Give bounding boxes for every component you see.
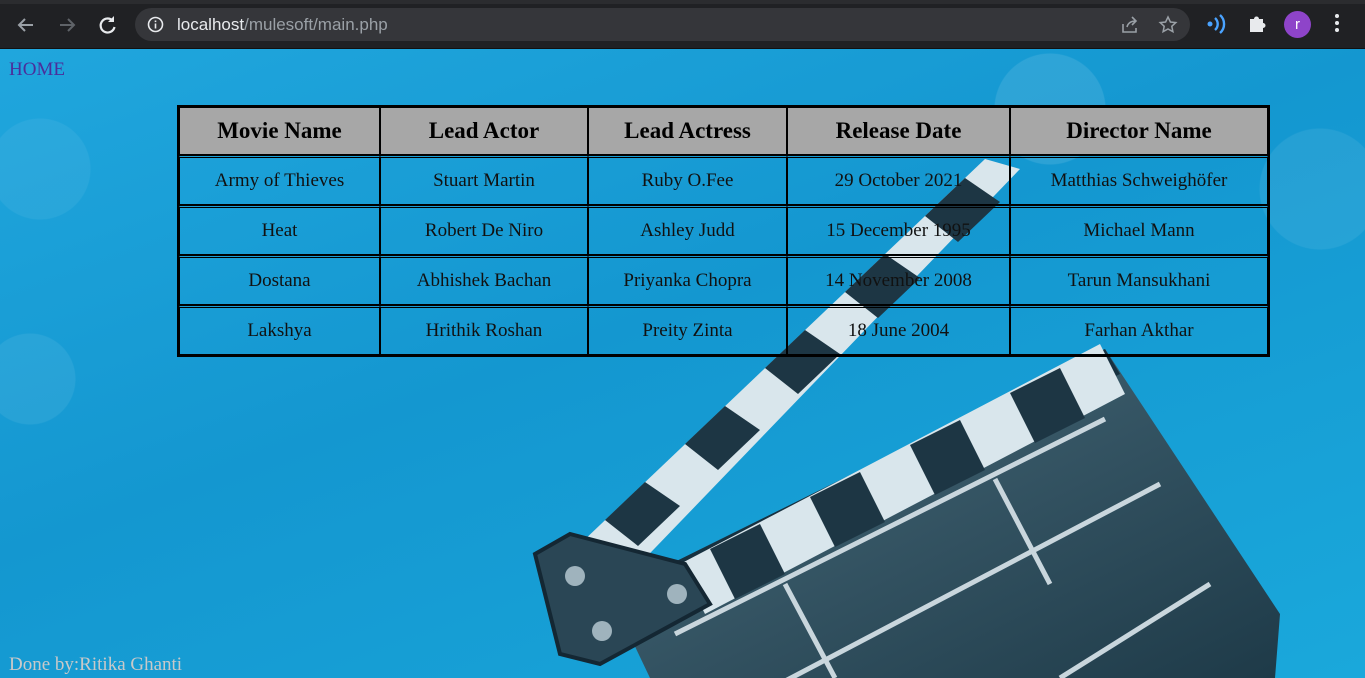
table-cell: Hrithik Roshan: [380, 305, 588, 355]
url-host: localhost: [177, 15, 245, 34]
table-cell: Army of Thieves: [179, 155, 380, 205]
column-header: Lead Actor: [380, 107, 588, 155]
table-cell: Ashley Judd: [588, 205, 787, 255]
table-cell: Stuart Martin: [380, 155, 588, 205]
table-cell: 29 October 2021: [787, 155, 1010, 205]
home-link[interactable]: HOME: [9, 59, 65, 81]
table-cell: Tarun Mansukhani: [1010, 255, 1268, 305]
table-cell: Priyanka Chopra: [588, 255, 787, 305]
table-cell: 14 November 2008: [787, 255, 1010, 305]
share-icon[interactable]: [1120, 15, 1140, 40]
column-header: Lead Actress: [588, 107, 787, 155]
url-text: localhost/mulesoft/main.php: [177, 15, 388, 35]
table-cell: Michael Mann: [1010, 205, 1268, 255]
star-icon[interactable]: [1158, 15, 1178, 40]
info-icon[interactable]: [147, 16, 164, 38]
menu-icon[interactable]: [1330, 12, 1344, 39]
table-row: Dostana Abhishek Bachan Priyanka Chopra …: [179, 255, 1268, 305]
extension-icon[interactable]: [1206, 12, 1228, 41]
table-cell: Matthias Schweighöfer: [1010, 155, 1268, 205]
table-cell: Heat: [179, 205, 380, 255]
column-header: Release Date: [787, 107, 1010, 155]
table-cell: Lakshya: [179, 305, 380, 355]
puzzle-icon[interactable]: [1247, 12, 1269, 39]
table-cell: Dostana: [179, 255, 380, 305]
page-body: HOME Movie Name Lead Actor Lead Actress …: [0, 49, 1365, 678]
table-row: Lakshya Hrithik Roshan Preity Zinta 18 J…: [179, 305, 1268, 355]
url-path: /mulesoft/main.php: [244, 15, 388, 34]
column-header: Director Name: [1010, 107, 1268, 155]
address-bar[interactable]: localhost/mulesoft/main.php: [135, 8, 1190, 41]
table-cell: Farhan Akthar: [1010, 305, 1268, 355]
table-row: Heat Robert De Niro Ashley Judd 15 Decem…: [179, 205, 1268, 255]
avatar[interactable]: r: [1284, 11, 1311, 38]
table-cell: Abhishek Bachan: [380, 255, 588, 305]
column-header: Movie Name: [179, 107, 380, 155]
movies-table: Movie Name Lead Actor Lead Actress Relea…: [177, 105, 1270, 357]
table-cell: 18 June 2004: [787, 305, 1010, 355]
table-header-row: Movie Name Lead Actor Lead Actress Relea…: [179, 107, 1268, 155]
back-icon[interactable]: [13, 12, 39, 38]
browser-chrome: localhost/mulesoft/main.php r: [0, 0, 1365, 49]
credit-text: Done by:Ritika Ghanti: [9, 654, 183, 675]
reload-icon[interactable]: [94, 12, 120, 38]
table-cell: Ruby O.Fee: [588, 155, 787, 205]
table-cell: Robert De Niro: [380, 205, 588, 255]
avatar-initial: r: [1295, 16, 1300, 33]
table-cell: 15 December 1995: [787, 205, 1010, 255]
table-row: Army of Thieves Stuart Martin Ruby O.Fee…: [179, 155, 1268, 205]
forward-icon[interactable]: [54, 12, 80, 38]
tab-strip: [0, 0, 1365, 4]
table-cell: Preity Zinta: [588, 305, 787, 355]
